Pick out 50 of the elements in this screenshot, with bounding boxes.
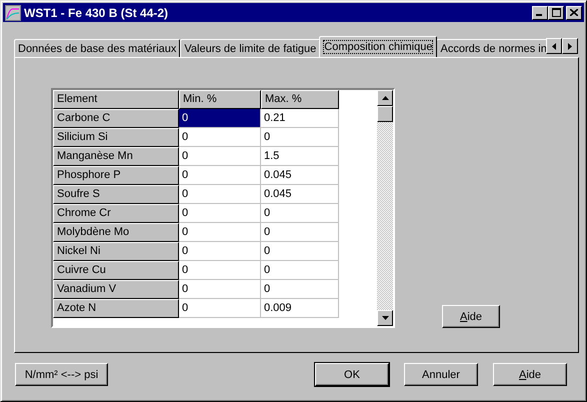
table-cell[interactable]: 0	[179, 223, 261, 242]
scroll-up-button[interactable]	[377, 90, 393, 106]
tab[interactable]: Composition chimique	[319, 36, 438, 57]
row-header[interactable]: Chrome Cr	[53, 204, 179, 223]
column-header[interactable]: Max. %	[261, 90, 339, 109]
dialog-button[interactable]: N/mm² <--> psi	[15, 363, 108, 386]
table-cell[interactable]: 0	[179, 128, 261, 147]
row-header[interactable]: Carbone C	[53, 109, 179, 128]
dialog-button[interactable]: OK	[315, 363, 389, 386]
column-header[interactable]: Min. %	[179, 90, 261, 109]
scroll-thumb[interactable]	[377, 106, 393, 122]
dialog-button[interactable]: Aide	[493, 363, 567, 386]
up-arrow-icon	[382, 96, 388, 100]
close-button[interactable]	[566, 6, 582, 20]
close-icon	[570, 9, 578, 16]
row-header[interactable]: Cuivre Cu	[53, 261, 179, 280]
tab[interactable]: Données de base des matériaux	[14, 39, 180, 57]
left-arrow-icon	[552, 42, 556, 50]
scroll-left-button[interactable]	[546, 38, 562, 54]
vertical-scrollbar[interactable]	[377, 90, 393, 326]
right-arrow-icon	[568, 42, 572, 50]
window-title: WST1 - Fe 430 B (St 44-2)	[24, 6, 170, 20]
table-cell[interactable]: 0	[179, 242, 261, 261]
table-cell[interactable]: 0	[179, 280, 261, 299]
table-cell[interactable]: 0	[179, 147, 261, 166]
down-arrow-icon	[382, 316, 388, 320]
row-header[interactable]: Silicium Si	[53, 128, 179, 147]
column-header[interactable]: Element	[53, 90, 179, 109]
table-cell[interactable]: 0	[179, 185, 261, 204]
table-cell[interactable]: 0	[179, 261, 261, 280]
row-header[interactable]: Phosphore P	[53, 166, 179, 185]
app-icon	[5, 4, 21, 20]
table-cell[interactable]: 0	[179, 204, 261, 223]
table-cell[interactable]: 0	[179, 299, 261, 318]
scroll-down-button[interactable]	[377, 310, 393, 326]
table-cell[interactable]: 0	[179, 166, 261, 185]
table-cell[interactable]: 0	[179, 109, 261, 128]
maximize-icon	[552, 8, 560, 17]
row-header[interactable]: Molybdène Mo	[53, 223, 179, 242]
help-button[interactable]: Aide	[442, 305, 500, 328]
row-header[interactable]: Nickel Ni	[53, 242, 179, 261]
dialog-button[interactable]: Annuler	[404, 363, 478, 386]
scroll-right-button[interactable]	[562, 38, 578, 54]
row-header[interactable]: Manganèse Mn	[53, 147, 179, 166]
row-header[interactable]: Soufre S	[53, 185, 179, 204]
maximize-button[interactable]	[548, 6, 564, 20]
row-header[interactable]: Vanadium V	[53, 280, 179, 299]
row-header[interactable]: Azote N	[53, 299, 179, 318]
tab[interactable]: Valeurs de limite de fatigue	[180, 39, 320, 57]
minimize-button[interactable]	[532, 6, 548, 20]
